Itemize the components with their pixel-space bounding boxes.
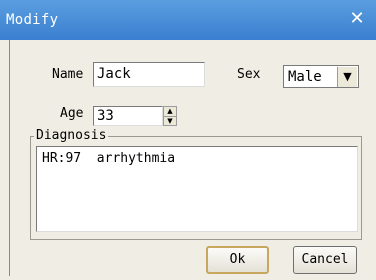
age-label: Age xyxy=(60,106,84,121)
diagnosis-group-label: Diagnosis xyxy=(34,128,109,143)
name-label: Name xyxy=(52,67,84,82)
age-stepper[interactable]: ▲ ▼ xyxy=(163,106,177,126)
age-field[interactable]: 33 xyxy=(93,106,163,126)
sex-label: Sex xyxy=(237,67,261,82)
name-field[interactable]: Jack xyxy=(93,62,205,87)
cancel-button[interactable]: Cancel xyxy=(293,246,357,274)
sex-selected-value: Male xyxy=(288,69,322,85)
ok-button[interactable]: Ok xyxy=(206,246,269,274)
title-bar[interactable]: Modify ✕ xyxy=(0,0,376,40)
chevron-down-icon[interactable]: ▼ xyxy=(337,67,357,87)
window-title: Modify xyxy=(6,12,59,28)
sex-select[interactable]: Male ▼ xyxy=(283,65,359,88)
modify-dialog: Modify ✕ Name Jack Sex Male ▼ Age 33 ▲ ▼… xyxy=(0,0,376,280)
diagnosis-textarea[interactable]: HR:97 arrhythmia xyxy=(36,146,358,232)
close-icon[interactable]: ✕ xyxy=(346,8,368,30)
dialog-left-edge xyxy=(9,40,10,276)
spin-up-icon[interactable]: ▲ xyxy=(164,107,176,116)
spin-down-icon[interactable]: ▼ xyxy=(164,116,176,126)
